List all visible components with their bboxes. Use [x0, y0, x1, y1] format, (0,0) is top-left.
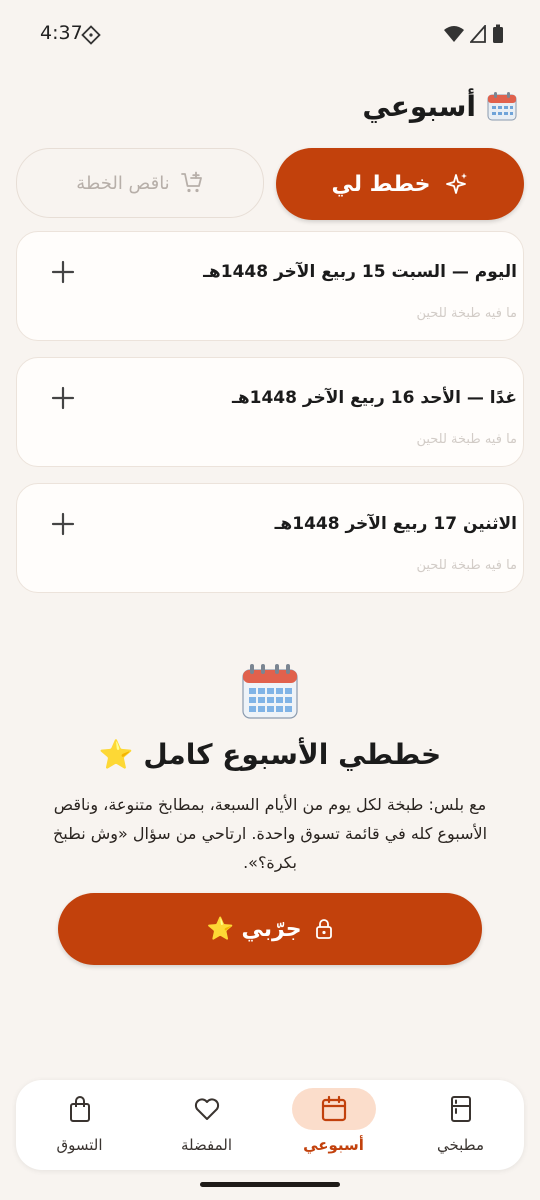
status-bar: 4:37	[0, 0, 540, 68]
lock-icon	[315, 919, 332, 939]
day-title: اليوم — السبت 15 ربيع الآخر 1448هـ	[203, 262, 517, 282]
status-icons	[444, 24, 504, 44]
status-time: 4:37	[40, 22, 83, 44]
add-icon[interactable]	[51, 260, 75, 284]
calendar-icon	[321, 1095, 346, 1122]
nav-label: أسبوعي	[303, 1136, 364, 1154]
day-card-today[interactable]: اليوم — السبت 15 ربيع الآخر 1448هـ ما في…	[16, 231, 524, 341]
app-notification-icon	[81, 25, 101, 45]
nav-item-weekly[interactable]: أسبوعي	[270, 1080, 397, 1170]
home-indicator[interactable]	[200, 1182, 340, 1187]
day-title: الاثنين 17 ربيع الآخر 1448هـ	[274, 514, 517, 534]
day-empty-text: ما فيه طبخة للحين	[416, 558, 517, 573]
nav-label: المفضلة	[180, 1136, 232, 1154]
day-card-tomorrow[interactable]: غدًا — الأحد 16 ربيع الآخر 1448هـ ما فيه…	[16, 357, 524, 467]
plan-for-me-button[interactable]: خطط لي	[276, 148, 524, 220]
fridge-icon	[450, 1096, 471, 1122]
battery-icon	[493, 24, 503, 43]
day-card-monday[interactable]: الاثنين 17 ربيع الآخر 1448هـ ما فيه طبخة…	[16, 483, 524, 593]
nav-label: مطبخي	[436, 1136, 485, 1154]
cart-add-icon	[180, 171, 202, 193]
try-plus-button[interactable]: جرّبي ⭐	[58, 893, 482, 965]
missing-items-button[interactable]: ناقص الخطة	[16, 148, 264, 218]
heart-icon	[194, 1098, 219, 1120]
active-indicator	[291, 1088, 376, 1130]
plan-for-me-label: خطط لي	[331, 171, 431, 197]
bottom-nav: التسوق المفضلة أسبوعي مطبخي	[16, 1080, 524, 1170]
nav-item-kitchen[interactable]: مطبخي	[397, 1080, 524, 1170]
sparkle-icon	[445, 173, 467, 194]
missing-items-label: ناقص الخطة	[76, 172, 170, 194]
action-row: خطط لي ناقص الخطة	[16, 148, 524, 220]
day-empty-text: ما فيه طبخة للحين	[416, 432, 517, 447]
add-icon[interactable]	[51, 386, 75, 410]
calendar-icon	[242, 664, 298, 719]
promo-description: مع بلس: طبخة لكل يوم من الأيام السبعة، ب…	[52, 795, 488, 872]
day-title: غدًا — الأحد 16 ربيع الآخر 1448هـ	[232, 388, 517, 408]
signal-icon	[470, 25, 486, 43]
nav-item-shopping[interactable]: التسوق	[16, 1080, 143, 1170]
shopping-bag-icon	[69, 1096, 90, 1122]
calendar-icon	[487, 92, 517, 121]
page-title: أسبوعي	[362, 89, 476, 123]
day-empty-text: ما فيه طبخة للحين	[416, 306, 517, 321]
nav-item-favorites[interactable]: المفضلة	[143, 1080, 270, 1170]
nav-label: التسوق	[56, 1136, 103, 1154]
promo-title: خططي الأسبوع كامل ⭐	[98, 738, 442, 771]
wifi-icon	[444, 26, 464, 42]
add-icon[interactable]	[51, 512, 75, 536]
try-plus-label: جرّبي ⭐	[206, 916, 302, 942]
page-header: أسبوعي	[362, 86, 518, 126]
